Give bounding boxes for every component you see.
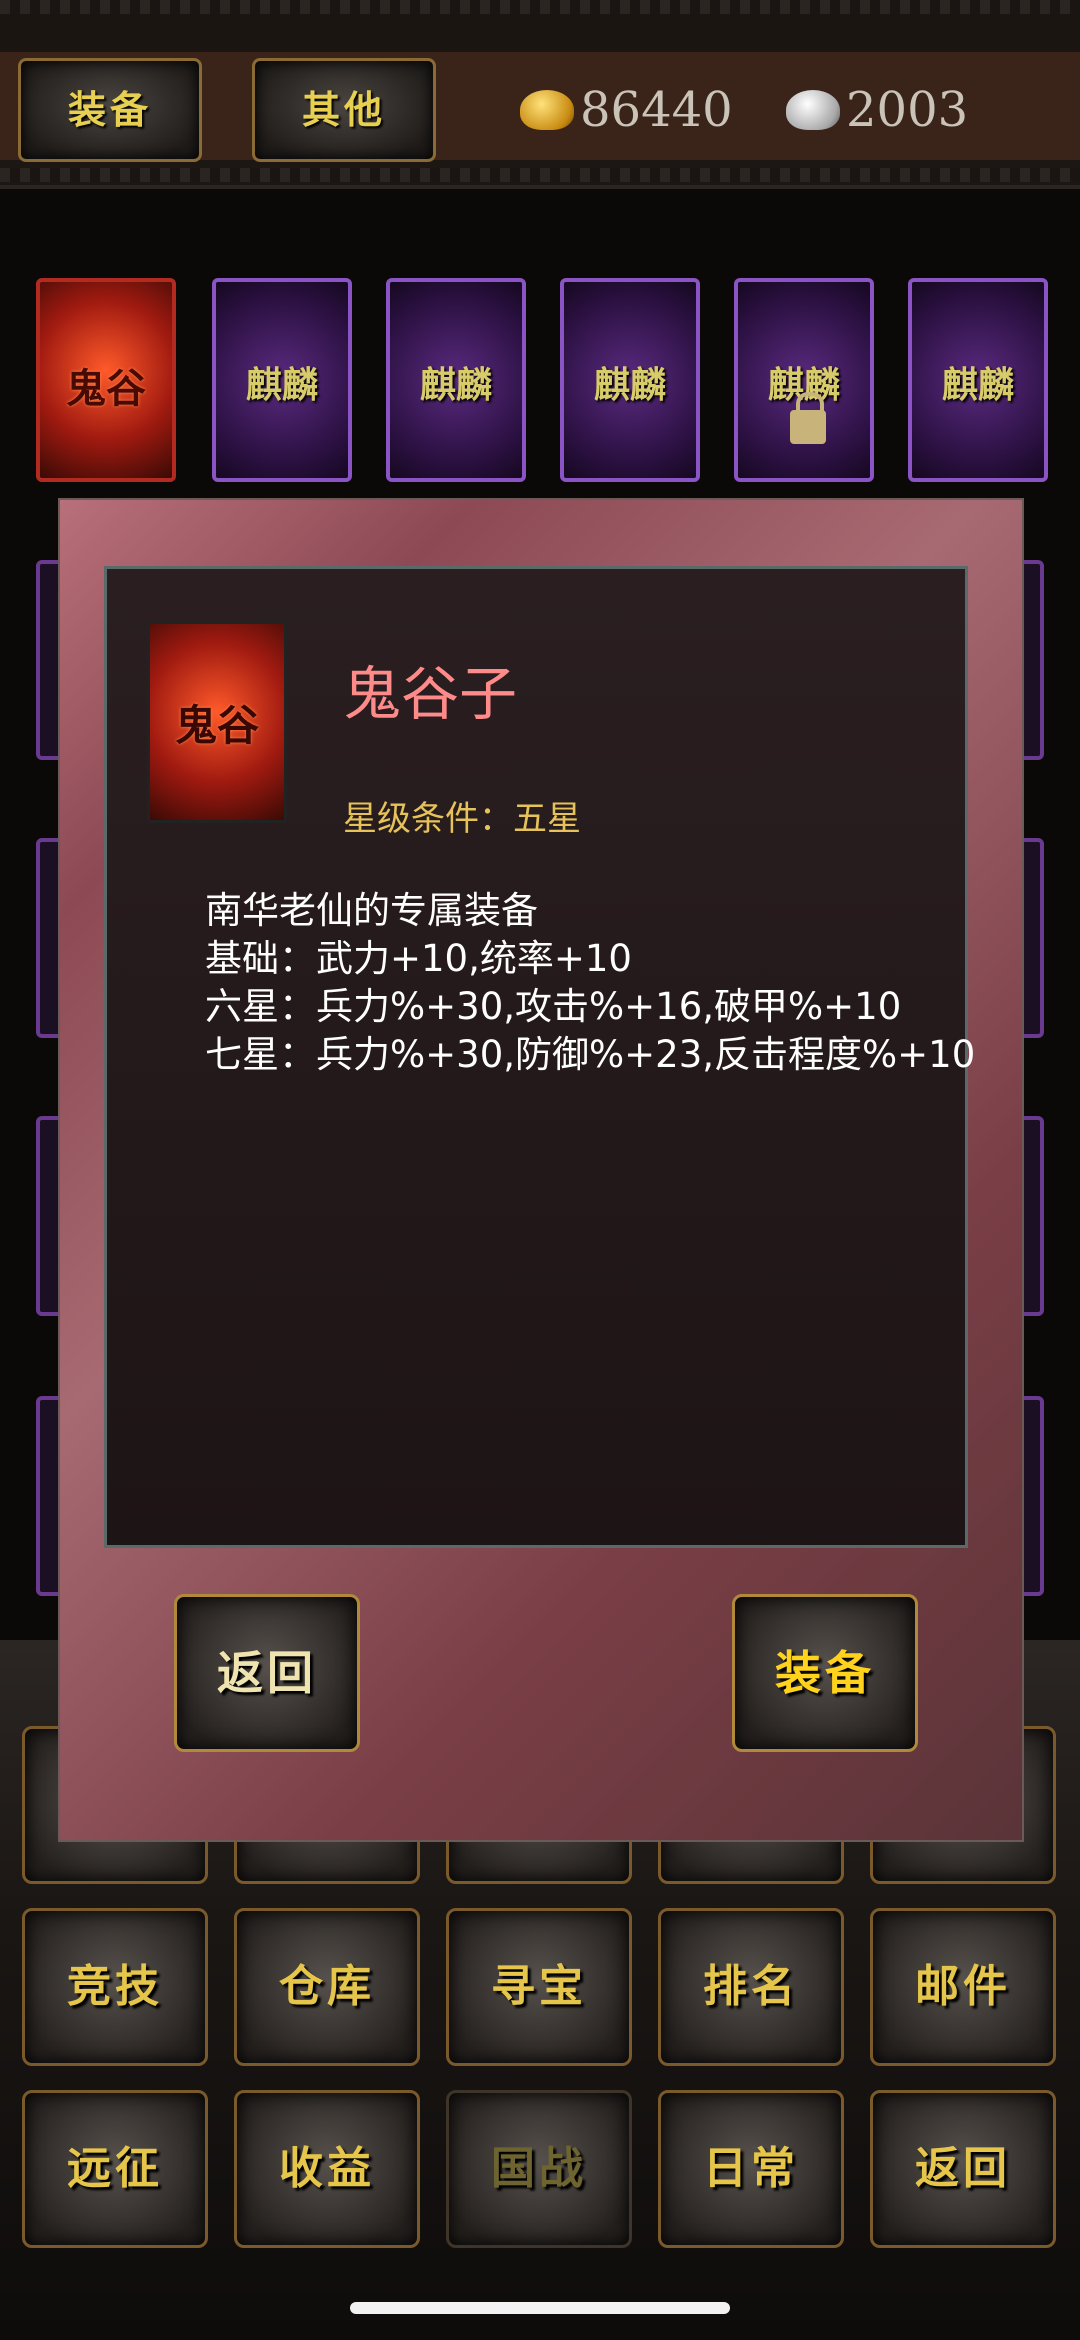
- equip-card-qilin[interactable]: 麒麟: [908, 278, 1048, 482]
- desc-line: 南华老仙的专属装备: [205, 889, 538, 932]
- top-band: [0, 0, 1080, 14]
- equipment-detail-dialog: 鬼谷 鬼谷子 星级条件：五星 南华老仙的专属装备 基础：武力+10,统率+10 …: [58, 498, 1024, 1842]
- menu-button-income[interactable]: 收益: [234, 2090, 420, 2248]
- item-description: 南华老仙的专属装备 基础：武力+10,统率+10 六星：兵力%+30,攻击%+1…: [205, 887, 976, 1079]
- silver-display: 2003: [786, 80, 968, 140]
- menu-button-treasure[interactable]: 寻宝: [446, 1908, 632, 2066]
- card-label: 麒麟: [593, 365, 666, 406]
- gold-ingot-icon: [520, 90, 574, 130]
- card-label: 鬼谷: [66, 366, 146, 412]
- card-label: 麒麟: [245, 365, 318, 406]
- item-card-icon: 鬼谷: [147, 621, 287, 823]
- item-card-label: 鬼谷: [174, 701, 259, 750]
- menu-button-daily[interactable]: 日常: [658, 2090, 844, 2248]
- equip-card-guigu[interactable]: 鬼谷: [36, 278, 176, 482]
- silver-amount: 2003: [846, 82, 969, 138]
- card-label: 麒麟: [419, 365, 492, 406]
- equip-card-qilin[interactable]: 麒麟: [560, 278, 700, 482]
- bottom-band: [0, 168, 1080, 182]
- equip-button[interactable]: 装备: [732, 1594, 918, 1752]
- silver-ingot-icon: [786, 90, 840, 130]
- card-label: 麒麟: [941, 365, 1014, 406]
- menu-button-ranking[interactable]: 排名: [658, 1908, 844, 2066]
- desc-line: 六星：兵力%+30,攻击%+16,破甲%+10: [205, 985, 902, 1028]
- menu-button-back[interactable]: 返回: [870, 2090, 1056, 2248]
- menu-button-mail[interactable]: 邮件: [870, 1908, 1056, 2066]
- equip-card-qilin[interactable]: 麒麟: [212, 278, 352, 482]
- back-button[interactable]: 返回: [174, 1594, 360, 1752]
- item-name: 鬼谷子: [343, 660, 518, 728]
- equip-card-qilin-locked[interactable]: 麒麟: [734, 278, 874, 482]
- menu-button-national-war[interactable]: 国战: [446, 2090, 632, 2248]
- menu-button-arena[interactable]: 竞技: [22, 1908, 208, 2066]
- desc-line: 七星：兵力%+30,防御%+23,反击程度%+10: [205, 1033, 976, 1076]
- gold-amount: 86440: [580, 82, 733, 138]
- tab-other[interactable]: 其他: [252, 58, 436, 162]
- tab-equipment[interactable]: 装备: [18, 58, 202, 162]
- lock-icon: [790, 392, 826, 444]
- menu-button-expedition[interactable]: 远征: [22, 2090, 208, 2248]
- menu-button-warehouse[interactable]: 仓库: [234, 1908, 420, 2066]
- equip-card-qilin[interactable]: 麒麟: [386, 278, 526, 482]
- top-bar: 装备 其他 86440 2003: [0, 0, 1080, 189]
- home-indicator[interactable]: [350, 2302, 730, 2314]
- gold-display: 86440: [520, 80, 733, 140]
- item-star-requirement: 星级条件：五星: [343, 799, 581, 839]
- desc-line: 基础：武力+10,统率+10: [205, 937, 632, 980]
- dialog-content-panel: 鬼谷 鬼谷子 星级条件：五星 南华老仙的专属装备 基础：武力+10,统率+10 …: [104, 566, 976, 1548]
